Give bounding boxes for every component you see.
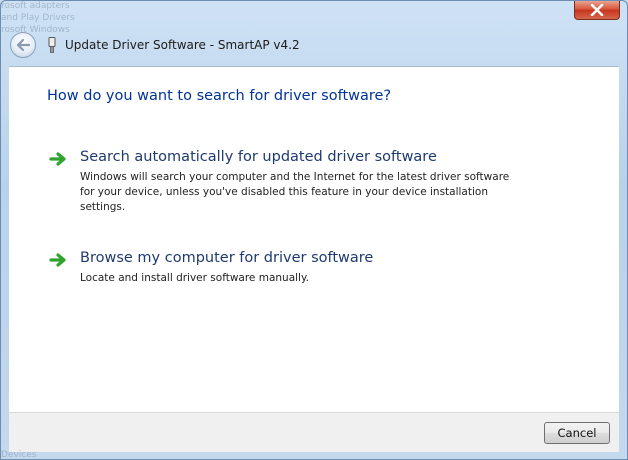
background-text: Devices — [1, 450, 37, 460]
dialog-footer: Cancel — [9, 412, 619, 452]
background-text: rosoft adapters — [1, 1, 70, 11]
dialog-window: rosoft adapters and Play Drivers rosoft … — [0, 0, 628, 460]
option-title[interactable]: Search automatically for updated driver … — [80, 149, 437, 165]
option-description: Locate and install driver software manua… — [80, 272, 310, 284]
option-title[interactable]: Browse my computer for driver software — [80, 250, 373, 266]
close-button[interactable] — [574, 1, 620, 20]
green-arrow-icon — [49, 152, 66, 166]
green-arrow-icon — [49, 253, 66, 267]
back-arrow-icon — [16, 39, 30, 51]
cancel-button[interactable]: Cancel — [544, 422, 610, 444]
window-title: Update Driver Software - SmartAP v4.2 — [65, 38, 300, 52]
background-text: rosoft Windows — [1, 25, 70, 35]
background-text: and Play Drivers — [1, 13, 75, 23]
device-icon — [48, 37, 56, 53]
page-heading: How do you want to search for driver sof… — [47, 88, 392, 104]
close-icon — [590, 4, 604, 16]
dialog-content: How do you want to search for driver sof… — [9, 66, 619, 412]
option-description: Windows will search your computer and th… — [80, 171, 510, 213]
back-button[interactable] — [10, 32, 36, 58]
